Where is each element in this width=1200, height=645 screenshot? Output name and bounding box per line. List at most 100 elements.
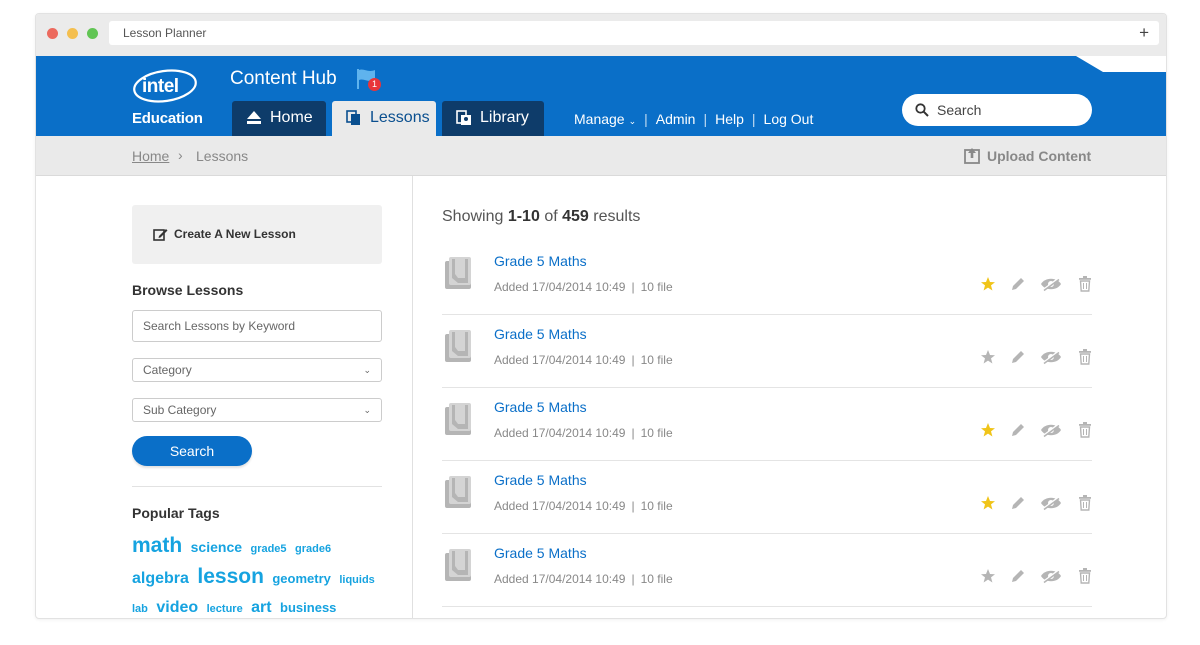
trash-icon[interactable] [1078, 495, 1092, 511]
search-icon [915, 103, 929, 117]
star-icon[interactable] [980, 422, 996, 438]
pencil-icon[interactable] [1010, 276, 1026, 292]
lesson-book-icon [445, 330, 471, 362]
hide-eye-icon[interactable] [1040, 568, 1062, 584]
nav-separator: | [703, 111, 708, 127]
hide-eye-icon[interactable] [1040, 422, 1062, 438]
lesson-meta: Added 17/04/2014 10:49 | 10 file [494, 499, 673, 513]
maximize-window-dot[interactable] [87, 28, 98, 39]
pencil-icon[interactable] [1010, 568, 1026, 584]
list-item[interactable]: Grade 5 Maths Added 17/04/2014 10:49 | 10 f… [442, 315, 1092, 388]
url-bar[interactable]: Lesson Planner + [109, 21, 1159, 45]
list-item[interactable]: Grade 5 Maths Added 17/04/2014 10:49 | 10 f… [442, 534, 1092, 607]
tab-lessons[interactable]: Lessons [332, 101, 436, 136]
tag-video[interactable]: video [156, 599, 198, 616]
url-text: Lesson Planner [123, 26, 207, 40]
new-tab-button[interactable]: + [1139, 21, 1149, 45]
lesson-file-count: 10 file [640, 426, 673, 440]
search-placeholder: Search [937, 102, 982, 118]
intel-education-logo[interactable]: intel Education [132, 66, 212, 130]
tag-liquids[interactable]: liquids [339, 574, 374, 586]
row-actions [980, 495, 1092, 513]
lesson-book-icon [445, 476, 471, 508]
pencil-icon[interactable] [1010, 349, 1026, 365]
logo-education-text: Education [132, 110, 203, 127]
trash-icon[interactable] [1078, 276, 1092, 292]
meta-separator: | [631, 280, 635, 294]
tab-library[interactable]: Library [442, 101, 544, 136]
header-search-input[interactable]: Search [902, 94, 1092, 126]
breadcrumb-home[interactable]: Home [132, 148, 169, 164]
row-actions [980, 568, 1092, 586]
tag-grade5[interactable]: grade5 [250, 543, 286, 555]
close-window-dot[interactable] [47, 28, 58, 39]
sidebar-search-button[interactable]: Search [132, 436, 252, 466]
tag-algebra[interactable]: algebra [132, 570, 189, 587]
lesson-added-date: Added 17/04/2014 10:49 [494, 426, 626, 440]
row-actions [980, 276, 1092, 294]
lesson-file-count: 10 file [640, 280, 673, 294]
site-header: intel Education Content Hub 1 Home Lesso… [36, 56, 1166, 136]
keyword-search-input[interactable]: Search Lessons by Keyword [132, 310, 382, 342]
lesson-title-link[interactable]: Grade 5 Maths [494, 399, 587, 415]
category-select[interactable]: Category ⌄ [132, 358, 382, 382]
list-item[interactable]: Grade 5 Maths Added 17/04/2014 10:49 | 10 f… [442, 388, 1092, 461]
star-icon[interactable] [980, 276, 996, 292]
tab-home[interactable]: Home [232, 101, 326, 136]
tag-art[interactable]: art [251, 599, 271, 616]
edit-icon [153, 229, 168, 241]
nav-manage[interactable]: Manage ⌄ [574, 111, 636, 127]
tag-lab[interactable]: lab [132, 603, 148, 615]
meta-separator: | [631, 426, 635, 440]
create-lesson-label: Create A New Lesson [174, 227, 296, 241]
chevron-down-icon: ⌄ [363, 365, 371, 375]
trash-icon[interactable] [1078, 422, 1092, 438]
upload-content-button[interactable]: Upload Content [964, 148, 1091, 164]
logo-intel-text: intel [142, 76, 179, 97]
hide-eye-icon[interactable] [1040, 495, 1062, 511]
lesson-title-link[interactable]: Grade 5 Maths [494, 253, 587, 269]
pencil-icon[interactable] [1010, 495, 1026, 511]
trash-icon[interactable] [1078, 568, 1092, 584]
star-icon[interactable] [980, 568, 996, 584]
tag-geometry[interactable]: geometry [272, 571, 331, 586]
sidebar-divider [132, 486, 382, 487]
lesson-added-date: Added 17/04/2014 10:49 [494, 572, 626, 586]
nav-manage-label: Manage [574, 111, 625, 127]
tag-lesson[interactable]: lesson [197, 565, 264, 588]
lesson-added-date: Added 17/04/2014 10:49 [494, 499, 626, 513]
tag-science[interactable]: science [191, 539, 242, 555]
lesson-title-link[interactable]: Grade 5 Maths [494, 472, 587, 488]
tag-business[interactable]: business [280, 600, 336, 615]
nav-logout[interactable]: Log Out [764, 111, 814, 127]
subcategory-select[interactable]: Sub Category ⌄ [132, 398, 382, 422]
browser-window: Lesson Planner + intel Education Content… [35, 13, 1167, 619]
list-item[interactable]: Grade 5 Maths Added 17/04/2014 10:49 | 10 f… [442, 461, 1092, 534]
lesson-title-link[interactable]: Grade 5 Maths [494, 326, 587, 342]
results-of: of [544, 208, 558, 225]
tag-lecture[interactable]: lecture [207, 603, 243, 615]
tab-library-label: Library [480, 109, 529, 126]
category-value: Category [143, 363, 192, 377]
library-icon [456, 110, 471, 125]
list-item[interactable]: Grade 5 Maths Added 17/04/2014 10:49 | 10 f… [442, 242, 1092, 315]
trash-icon[interactable] [1078, 349, 1092, 365]
top-nav: Manage ⌄ | Admin | Help | Log Out [574, 111, 813, 127]
hide-eye-icon[interactable] [1040, 276, 1062, 292]
tag-math[interactable]: math [132, 534, 182, 557]
tag-grade6[interactable]: grade6 [295, 543, 331, 555]
lesson-book-icon [445, 257, 471, 289]
star-icon[interactable] [980, 349, 996, 365]
lesson-title-link[interactable]: Grade 5 Maths [494, 545, 587, 561]
chevron-down-icon: ⌄ [628, 116, 637, 126]
browser-titlebar: Lesson Planner + [36, 14, 1166, 56]
nav-admin[interactable]: Admin [656, 111, 696, 127]
star-icon[interactable] [980, 495, 996, 511]
hide-eye-icon[interactable] [1040, 349, 1062, 365]
results-prefix: Showing [442, 208, 504, 225]
minimize-window-dot[interactable] [67, 28, 78, 39]
pencil-icon[interactable] [1010, 422, 1026, 438]
nav-help[interactable]: Help [715, 111, 744, 127]
nav-separator: | [644, 111, 648, 127]
create-lesson-button[interactable]: Create A New Lesson [132, 205, 382, 264]
